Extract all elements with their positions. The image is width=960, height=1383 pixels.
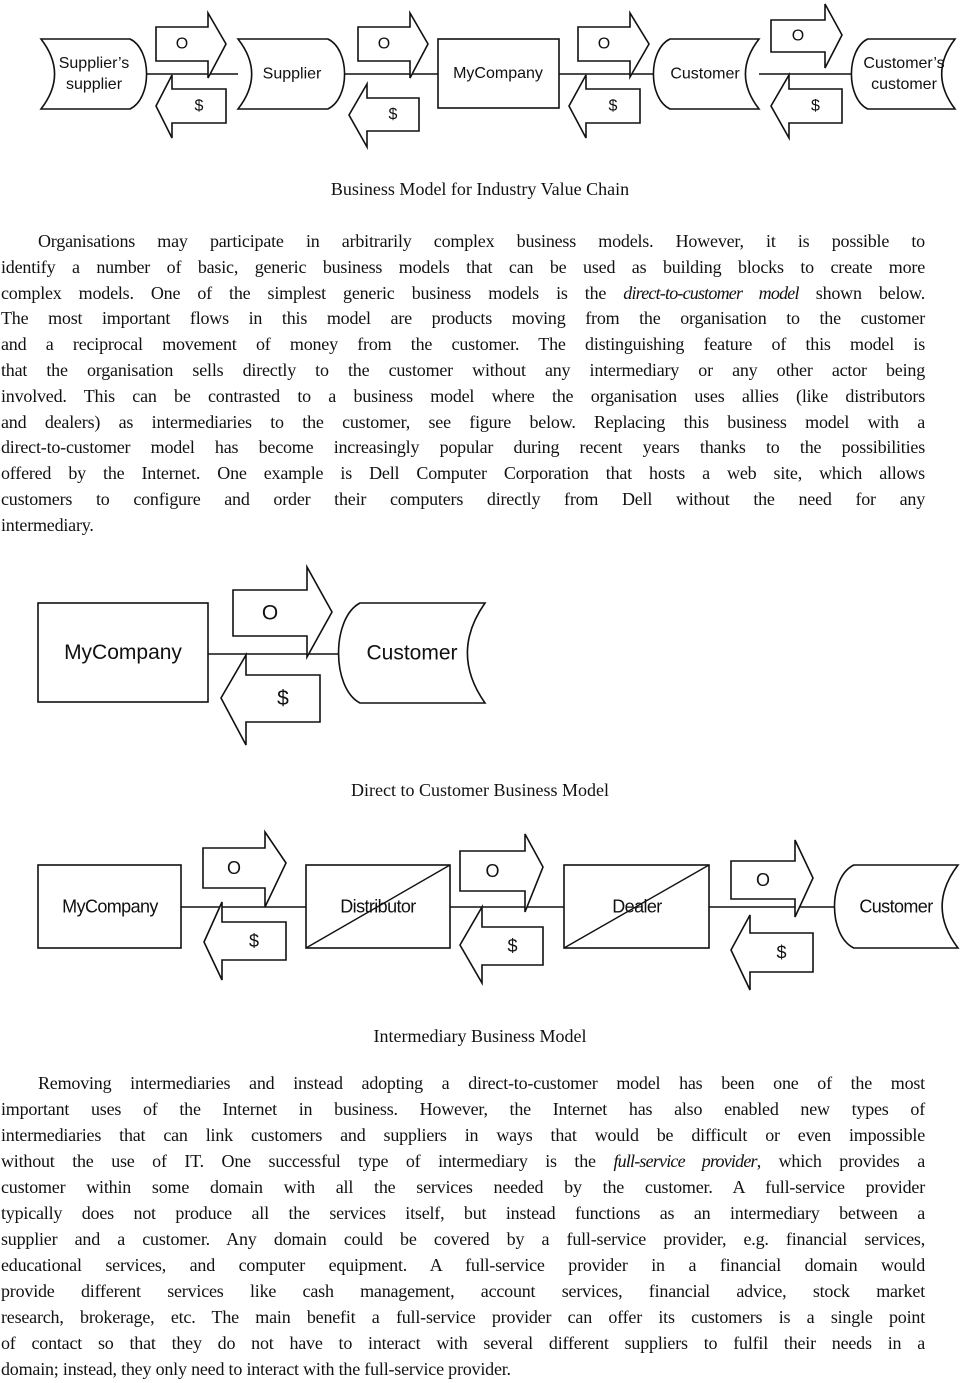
text-line: intermediaries that can link customers a…: [1, 1125, 925, 1145]
text-line: domain; instead, they only need to inter…: [1, 1359, 511, 1379]
product-flow-arrow: [155, 10, 227, 79]
money-flow-arrow: [730, 914, 814, 991]
money-flow-label: $: [195, 98, 204, 115]
text-line: complex models. One of the simplest gene…: [1, 280, 925, 306]
text-line: research, brokerage, etc. The main benef…: [1, 1307, 925, 1327]
text-line: offered by the Internet. One example is …: [1, 463, 925, 484]
figure-direct-to-customer: O $ MyCompany Customer: [37, 563, 487, 746]
product-flow-arrow: [232, 563, 333, 661]
node-customer-s-customer-shape: [850, 38, 957, 110]
node-mycompany-label: MyCompany: [62, 897, 158, 917]
text-line: and a reciprocal movement of money from …: [1, 334, 925, 355]
node-distributor-label: Distributor: [340, 897, 416, 917]
money-flow-arrow: [459, 904, 544, 986]
text-segment: without the use of IT. One successful ty…: [1, 1151, 614, 1171]
product-flow-label: O: [756, 870, 770, 890]
text-line: identify a number of basic, generic busi…: [1, 256, 925, 277]
money-flow-label: $: [609, 98, 618, 115]
text-line: Removing intermediaries and instead adop…: [38, 1073, 925, 1093]
text-line: and dealers) as intermediaries to the cu…: [1, 411, 925, 432]
text-segment: complex models. One of the simplest gene…: [1, 282, 624, 303]
emphasis-term: full-service provider: [613, 1151, 757, 1171]
money-flow-arrow: [770, 72, 843, 142]
figure-value-chain: O O O O $ $ $ $ Supplier’s supplier Supplier MyComp…: [39, 3, 957, 151]
product-flow-arrow: [202, 829, 287, 908]
text-line: customer within some domain with all the…: [1, 1177, 925, 1197]
text-line: The most important flows in this model a…: [1, 308, 925, 329]
product-flow-label: O: [792, 28, 804, 45]
figure-caption-intermediary: Intermediary Business Model: [373, 1026, 587, 1046]
text-line: without the use of IT. One successful ty…: [1, 1148, 925, 1174]
product-flow-arrow: [357, 10, 429, 79]
node-mycompany-label: MyCompany: [64, 641, 182, 664]
node-customer-label: Customer: [366, 642, 457, 665]
money-flow-arrow: [348, 81, 420, 151]
product-flow-arrow: [730, 839, 814, 918]
figure-caption-value-chain: Business Model for Industry Value Chain: [330, 179, 630, 199]
text-line: customers to configure and order their c…: [1, 489, 925, 509]
money-flow-label: $: [277, 687, 289, 710]
node-supplier-label: Supplier: [263, 66, 322, 83]
money-flow-label: $: [811, 98, 820, 115]
node-supplier-s-supplier-shape: [39, 38, 148, 110]
product-flow-label: O: [262, 602, 278, 625]
product-flow-label: O: [176, 36, 188, 53]
emphasis-term: direct-to-customer model: [623, 282, 799, 303]
figure-intermediary: O O O $ $ $ MyCompany Distributor Dealer Customer: [37, 829, 960, 991]
product-flow-arrow: [459, 833, 544, 913]
product-flow-arrow: [770, 3, 843, 69]
product-flow-label: O: [378, 36, 390, 53]
node-customer-label: Customer: [859, 897, 933, 917]
node-mycompany-label: MyCompany: [453, 65, 543, 82]
text-line: that the organisation sells directly to …: [1, 360, 925, 380]
text-segment: , which provides a: [756, 1151, 925, 1171]
node-customer-s-customer-label: customer: [871, 76, 937, 93]
text-segment: shown below.: [798, 282, 925, 303]
money-flow-label: $: [389, 106, 398, 123]
node-dealer-label: Dealer: [612, 897, 662, 917]
product-flow-arrow: [577, 10, 650, 80]
money-flow-arrow: [568, 74, 641, 139]
text-line: typically does not produce all the servi…: [1, 1203, 925, 1223]
node-customer-label: Customer: [670, 66, 740, 83]
product-flow-label: O: [227, 858, 241, 878]
money-flow-arrow: [155, 74, 227, 139]
node-customer-s-customer-label: Customer’s: [863, 55, 944, 72]
money-flow-arrow: [220, 652, 321, 746]
text-line: involved. This can be contrasted to a bu…: [1, 385, 925, 406]
product-flow-label: O: [485, 861, 499, 881]
money-flow-arrow: [203, 901, 287, 981]
text-line: important uses of the Internet in busine…: [1, 1099, 925, 1119]
figure-caption-direct-to-customer: Direct to Customer Business Model: [351, 780, 609, 800]
money-flow-label: $: [507, 936, 517, 956]
money-flow-label: $: [776, 943, 786, 963]
text-line: intermediary.: [1, 514, 94, 535]
text-line: direct-to-customer model has become incr…: [1, 437, 925, 458]
text-line: of contact so that they do not have to i…: [1, 1333, 925, 1353]
text-line: provide different services like cash man…: [1, 1281, 925, 1301]
money-flow-label: $: [249, 931, 259, 951]
node-supplier-s-supplier-label: supplier: [66, 76, 123, 93]
product-flow-label: O: [598, 36, 610, 53]
text-line: Organisations may participate in arbitra…: [38, 231, 925, 251]
text-line: supplier and a customer. Any domain coul…: [1, 1229, 925, 1249]
text-line: educational services, and computer equip…: [1, 1255, 925, 1275]
node-supplier-s-supplier-label: Supplier’s: [59, 55, 130, 72]
